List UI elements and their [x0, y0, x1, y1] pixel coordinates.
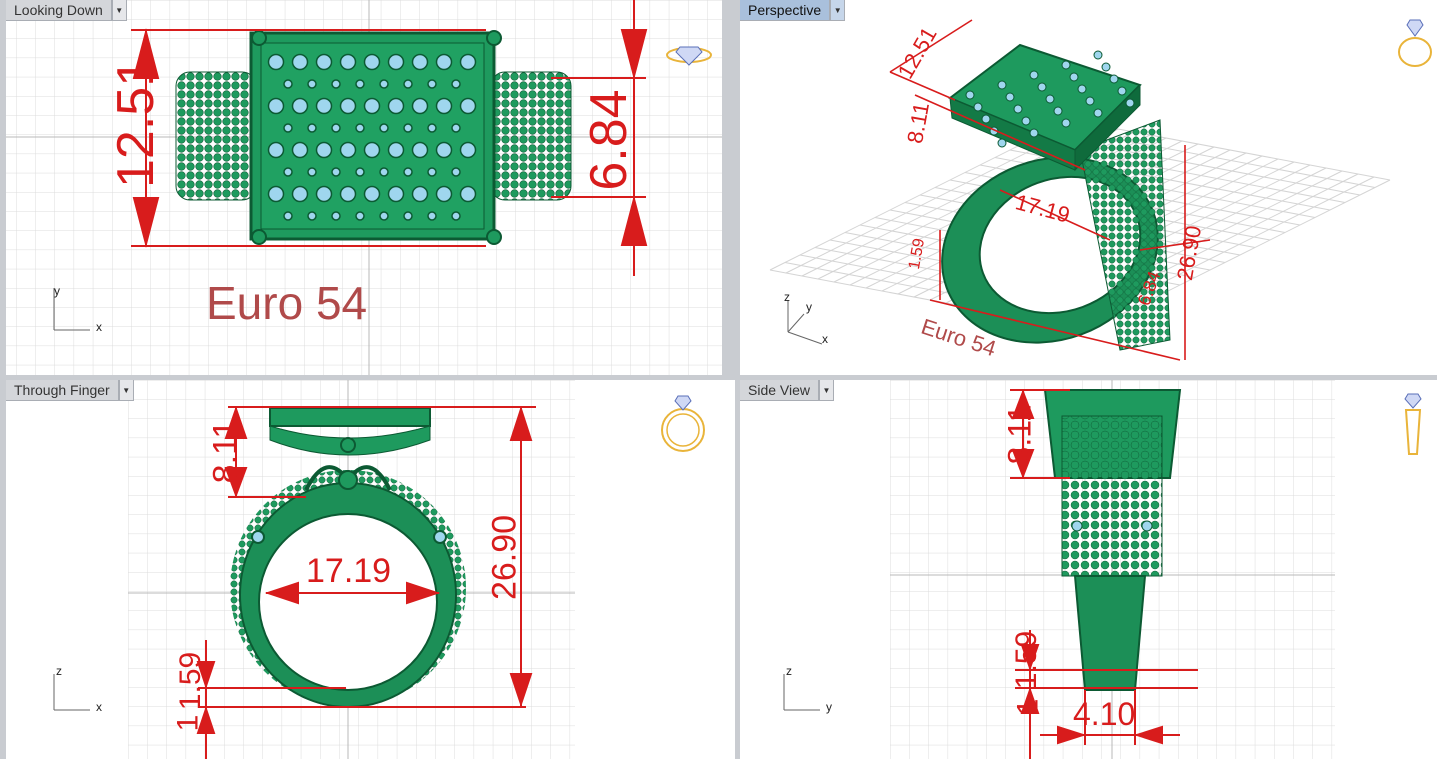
viewport-through-finger[interactable]: 8.11 17.19 26.90 1.59 1 z x Through Fing… — [6, 380, 735, 759]
axis-indicator-top: y x — [53, 284, 102, 334]
ring-front-icon[interactable] — [658, 392, 708, 456]
chevron-down-icon[interactable]: ▼ — [118, 380, 134, 401]
dimension-finger-base: 1 — [171, 714, 205, 732]
axis-indicator-perspective: z y x — [784, 290, 828, 346]
dimension-finger-head: 8.11 — [206, 419, 245, 484]
dimension-side-shank: 1.59 — [1010, 630, 1044, 690]
viewport-looking-down[interactable]: 12.51 6.84 Euro 54 y x Looking Down ▼ — [6, 0, 722, 375]
axis-indicator-side: z y — [783, 664, 832, 714]
diamond-ring-icon[interactable] — [662, 38, 716, 68]
dimension-side-head: 8.11 — [1001, 404, 1038, 465]
dimension-finger-diameter: 17.19 — [306, 552, 392, 590]
viewport-tab-side-view[interactable]: Side View ▼ — [740, 380, 835, 401]
viewport-tab-perspective[interactable]: Perspective ▼ — [740, 0, 846, 21]
viewport-perspective[interactable]: 12.51 8.11 17.19 26.90 1.59 6.84 Euro 54… — [740, 0, 1437, 375]
dimension-top-band-width: 6.84 — [580, 89, 638, 191]
viewport-side-view[interactable]: 8.11 1.59 1 4.10 z y Side View ▼ — [740, 380, 1437, 759]
dimension-side-width: 4.10 — [1073, 696, 1136, 732]
viewport-tab-through-finger[interactable]: Through Finger ▼ — [6, 380, 134, 401]
ring-side-icon[interactable] — [1398, 390, 1428, 460]
axis-indicator-front: z x — [53, 664, 102, 714]
solitaire-ring-icon[interactable] — [1394, 16, 1436, 72]
dimension-finger-shank: 1.59 — [174, 651, 207, 711]
viewport-tab-looking-down[interactable]: Looking Down ▼ — [6, 0, 127, 21]
size-label-top: Euro 54 — [206, 277, 368, 329]
dimension-finger-height: 26.90 — [485, 514, 524, 601]
chevron-down-icon[interactable]: ▼ — [830, 0, 846, 21]
chevron-down-icon[interactable]: ▼ — [111, 0, 127, 21]
dimension-top-height: 12.51 — [107, 57, 165, 188]
chevron-down-icon[interactable]: ▼ — [819, 380, 835, 401]
dimension-side-base: 1 — [1011, 698, 1045, 716]
